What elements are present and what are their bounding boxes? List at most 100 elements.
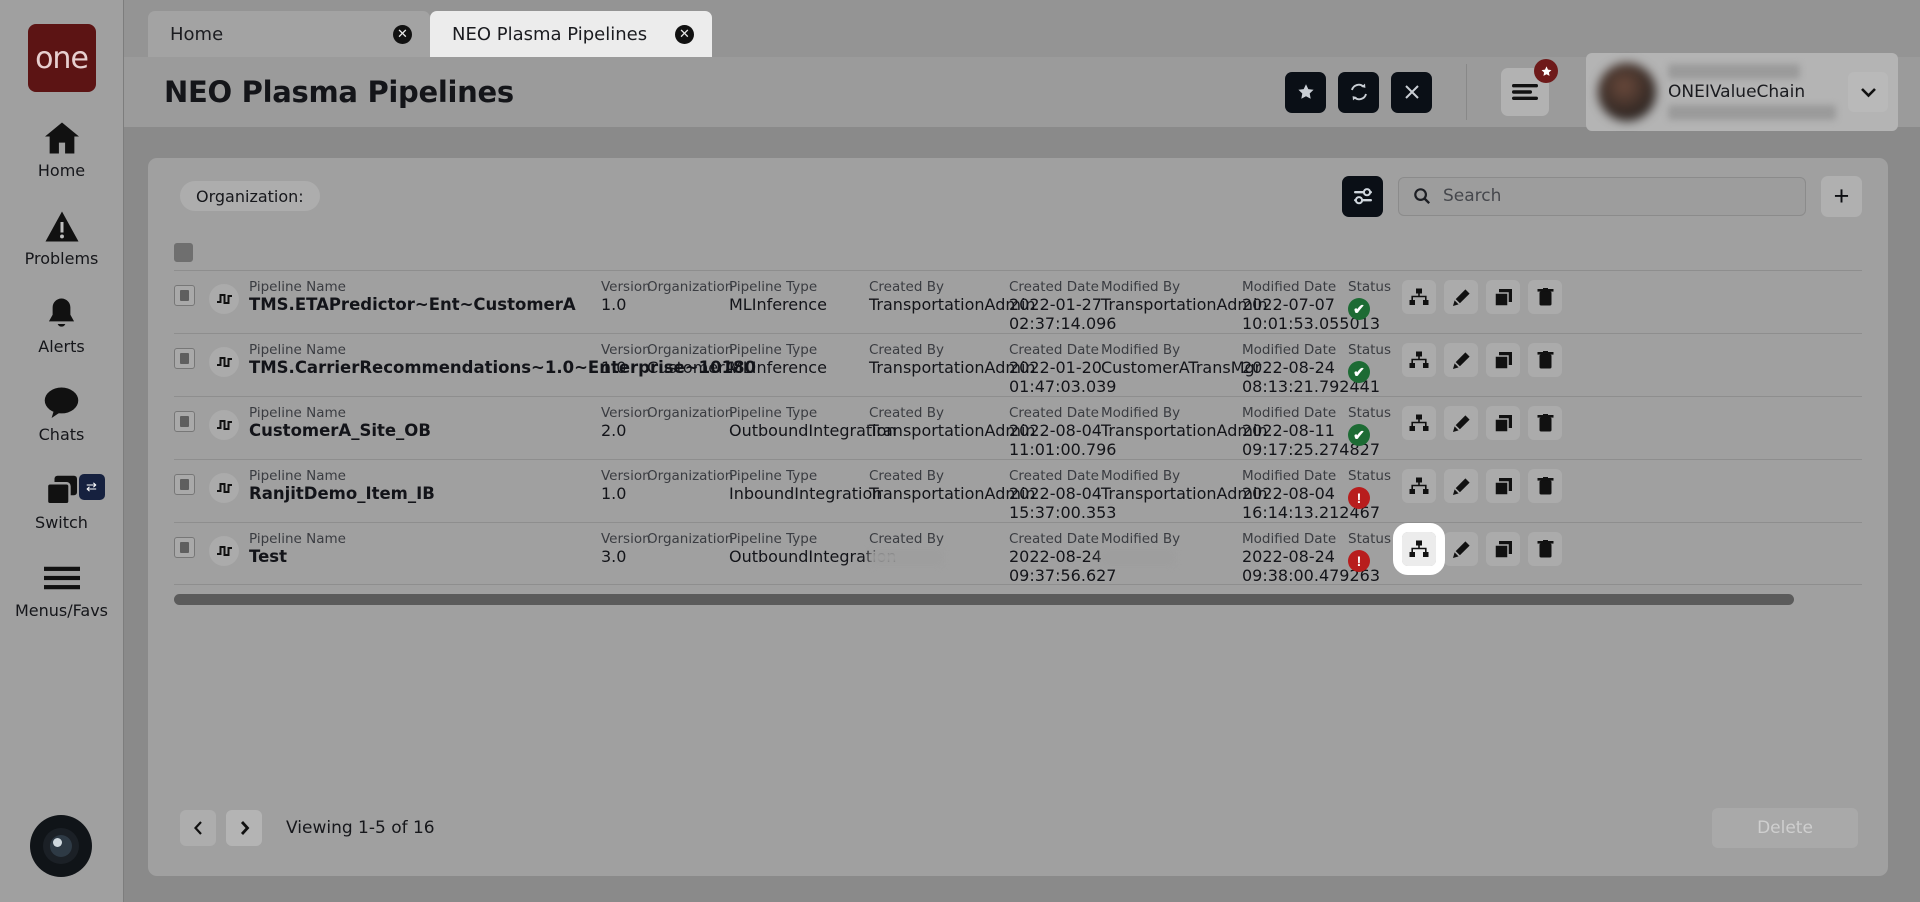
organization-filter-chip[interactable]: Organization: bbox=[180, 181, 320, 211]
view-flow-button[interactable] bbox=[1393, 523, 1445, 575]
view-flow-button[interactable] bbox=[1402, 406, 1436, 440]
delete-row-button[interactable] bbox=[1528, 343, 1562, 377]
cell-label: Pipeline Type bbox=[729, 531, 818, 547]
row-select-checkbox[interactable] bbox=[174, 348, 195, 369]
user-role-redacted bbox=[1668, 105, 1836, 120]
sidebar-item-switch[interactable]: ⇄ Switch bbox=[7, 470, 117, 532]
cell-value: 2022-08-24 bbox=[1009, 547, 1102, 566]
warning-triangle-icon bbox=[44, 206, 80, 246]
table-row[interactable]: Pipeline Name TMS.CarrierRecommendations… bbox=[174, 333, 1862, 396]
close-icon[interactable]: ✕ bbox=[675, 24, 694, 44]
page-title: NEO Plasma Pipelines bbox=[164, 75, 514, 109]
user-menu-toggle[interactable] bbox=[1848, 72, 1888, 112]
cell-org: Organization bbox=[647, 280, 733, 295]
row-select-checkbox[interactable] bbox=[174, 411, 195, 432]
sidebar-item-home[interactable]: Home bbox=[7, 118, 117, 180]
table-row[interactable]: Pipeline Name TMS.ETAPredictor~Ent~Custo… bbox=[174, 270, 1862, 333]
row-select-checkbox[interactable] bbox=[174, 537, 195, 558]
cell-status: Status ✔ bbox=[1348, 343, 1396, 383]
user-organization: ONEIValueChain bbox=[1668, 82, 1806, 102]
select-all-checkbox[interactable] bbox=[174, 242, 193, 262]
tab-label: NEO Plasma Pipelines bbox=[452, 23, 648, 45]
view-flow-button[interactable] bbox=[1402, 469, 1436, 503]
sidebar-item-chats[interactable]: Chats bbox=[7, 382, 117, 444]
refresh-icon bbox=[1350, 83, 1367, 101]
cell-value-time: 09:17:25.274827 bbox=[1242, 440, 1381, 459]
page-header: NEO Plasma Pipelines ONEIValueChain bbox=[124, 53, 1920, 131]
row-select-checkbox-wrap bbox=[174, 537, 195, 558]
cell-mby: Modified By TransportationAdmin bbox=[1101, 469, 1268, 504]
sidebar-item-menus-favs[interactable]: Menus/Favs bbox=[7, 558, 117, 620]
cell-value: 3.0 bbox=[601, 547, 627, 566]
cell-type: Pipeline Type OutboundIntegration bbox=[729, 406, 897, 441]
pipeline-icon bbox=[209, 410, 239, 440]
status-badge: ! bbox=[1348, 550, 1370, 572]
cell-mby: Modified By CustomerATransMgr bbox=[1101, 343, 1261, 378]
browser-tab-strip: Home ✕ NEO Plasma Pipelines ✕ bbox=[124, 0, 1920, 57]
assistant-avatar-button[interactable] bbox=[30, 815, 92, 877]
copy-button[interactable] bbox=[1486, 532, 1520, 566]
edit-button[interactable] bbox=[1444, 343, 1478, 377]
cell-value: TMS.CarrierRecommendations~1.0~Enterpris… bbox=[249, 358, 757, 377]
row-select-checkbox[interactable] bbox=[174, 474, 195, 495]
horizontal-scrollbar[interactable] bbox=[174, 594, 1862, 605]
delete-row-button[interactable] bbox=[1528, 469, 1562, 503]
delete-button[interactable]: Delete bbox=[1712, 808, 1858, 848]
edit-button[interactable] bbox=[1444, 406, 1478, 440]
menu-lines-icon bbox=[1512, 84, 1538, 100]
cell-label: Modified Date bbox=[1242, 405, 1337, 421]
delete-row-button[interactable] bbox=[1528, 532, 1562, 566]
header-actions: ONEIValueChain bbox=[1285, 53, 1920, 131]
close-icon[interactable]: ✕ bbox=[393, 24, 412, 44]
home-icon bbox=[43, 118, 81, 158]
search-input[interactable]: Search bbox=[1398, 176, 1806, 216]
next-page-button[interactable] bbox=[226, 810, 262, 846]
tab-neo-plasma-pipelines[interactable]: NEO Plasma Pipelines ✕ bbox=[430, 11, 712, 57]
cell-label: Modified Date bbox=[1242, 279, 1337, 295]
menus-favorites-button[interactable] bbox=[1501, 59, 1558, 116]
sidebar-item-problems[interactable]: Problems bbox=[7, 206, 117, 268]
row-select-checkbox[interactable] bbox=[174, 285, 195, 306]
row-actions bbox=[1393, 523, 1562, 575]
copy-button[interactable] bbox=[1486, 280, 1520, 314]
favorite-button[interactable] bbox=[1285, 71, 1326, 113]
user-text: ONEIValueChain bbox=[1668, 64, 1836, 120]
edit-button[interactable] bbox=[1444, 280, 1478, 314]
cell-value-time: 02:37:14.096 bbox=[1009, 314, 1117, 333]
refresh-button[interactable] bbox=[1338, 71, 1379, 113]
edit-button[interactable] bbox=[1444, 532, 1478, 566]
toolbar-right-group: Search + bbox=[1342, 175, 1862, 217]
cell-value: OutboundIntegration bbox=[729, 421, 897, 440]
delete-row-button[interactable] bbox=[1528, 406, 1562, 440]
close-button[interactable] bbox=[1391, 71, 1432, 113]
copy-button[interactable] bbox=[1486, 343, 1520, 377]
table-row[interactable]: Pipeline Name CustomerA_Site_OB Version … bbox=[174, 396, 1862, 459]
delete-row-button[interactable] bbox=[1528, 280, 1562, 314]
cell-value-time: 11:01:00.796 bbox=[1009, 440, 1117, 459]
status-badge: ✔ bbox=[1348, 361, 1370, 383]
cell-org: Organization bbox=[647, 406, 733, 421]
table-row[interactable]: Pipeline Name RanjitDemo_Item_IB Version… bbox=[174, 459, 1862, 522]
add-pipeline-button[interactable]: + bbox=[1821, 175, 1862, 217]
view-flow-button[interactable] bbox=[1402, 280, 1436, 314]
cell-created-date: Created Date 2022-01-20 01:47:03.039 bbox=[1009, 343, 1116, 397]
previous-page-button[interactable] bbox=[180, 810, 216, 846]
cell-cby: Created By TransportationAdmin bbox=[869, 406, 1036, 441]
app-logo[interactable]: one bbox=[27, 24, 96, 92]
sidebar-item-alerts[interactable]: Alerts bbox=[7, 294, 117, 356]
tab-home[interactable]: Home ✕ bbox=[148, 11, 430, 57]
user-profile-panel[interactable]: ONEIValueChain bbox=[1586, 53, 1898, 131]
cell-created-date: Created Date 2022-08-24 09:37:56.627 bbox=[1009, 532, 1116, 586]
swap-arrows-icon[interactable]: ⇄ bbox=[78, 474, 105, 500]
edit-button[interactable] bbox=[1444, 469, 1478, 503]
cell-value: TransportationAdmin bbox=[1101, 295, 1268, 314]
table-row[interactable]: Pipeline Name Test Version 3.0 Organizat… bbox=[174, 522, 1862, 585]
pipeline-icon bbox=[209, 473, 239, 503]
view-flow-button[interactable] bbox=[1402, 343, 1436, 377]
copy-button[interactable] bbox=[1486, 406, 1520, 440]
cell-label: Created Date bbox=[1009, 468, 1099, 484]
horizontal-scrollbar-thumb[interactable] bbox=[174, 594, 1794, 605]
filter-settings-button[interactable] bbox=[1342, 175, 1383, 217]
chevron-down-icon bbox=[1860, 87, 1876, 97]
copy-button[interactable] bbox=[1486, 469, 1520, 503]
